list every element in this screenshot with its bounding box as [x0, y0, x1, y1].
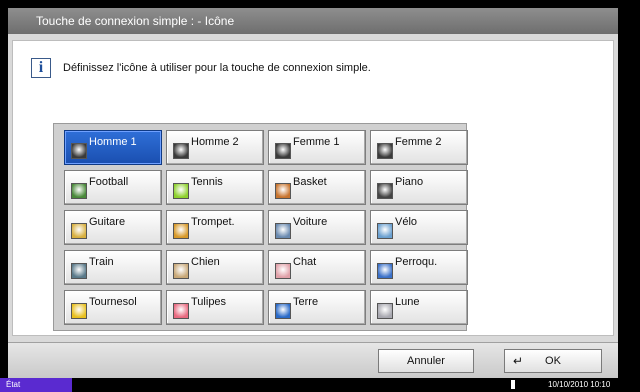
icon-option-label: Perroqu. [395, 256, 438, 268]
ok-button-label: OK [545, 355, 561, 367]
guitar-icon [71, 223, 87, 239]
icon-option-button[interactable]: Femme 1 [268, 130, 366, 165]
status-bar: État 10/10/2010 10:10 [0, 378, 640, 392]
icon-option-label: Tulipes [191, 296, 227, 308]
trumpet-icon [173, 223, 189, 239]
icon-option-button[interactable]: Basket [268, 170, 366, 205]
icon-option-button[interactable]: Tournesol [64, 290, 162, 325]
bicycle-icon [377, 223, 393, 239]
icon-option-label: Lune [395, 296, 420, 308]
icon-option-label: Tournesol [89, 296, 137, 308]
status-button[interactable]: État [0, 378, 72, 392]
title-bar: Touche de connexion simple : - Icône [8, 8, 618, 34]
football-icon [71, 183, 87, 199]
icon-option-label: Trompet. [191, 216, 235, 228]
icon-option-label: Terre [293, 296, 319, 308]
icon-option-button[interactable]: Chien [166, 250, 264, 285]
icon-option-label: Femme 1 [293, 136, 340, 148]
icon-option-label: Train [89, 256, 114, 268]
icon-option-button[interactable]: Voiture [268, 210, 366, 245]
icon-option-button[interactable]: Football [64, 170, 162, 205]
enter-arrow-icon: ↵ [513, 354, 524, 368]
sunflower-icon [71, 303, 87, 319]
date-time: 10/10/2010 10:10 [548, 380, 611, 389]
icon-option-button[interactable]: Terre [268, 290, 366, 325]
icon-option-label: Femme 2 [395, 136, 442, 148]
icon-option-label: Vélo [395, 216, 418, 228]
dialog-panel: Touche de connexion simple : - Icône i D… [8, 8, 618, 378]
icon-option-label: Voiture [293, 216, 328, 228]
icon-option-label: Tennis [191, 176, 223, 188]
icon-option-button[interactable]: Homme 1 [64, 130, 162, 165]
icon-option-label: Football [89, 176, 129, 188]
woman-silhouette-icon [275, 143, 291, 159]
earth-icon [275, 303, 291, 319]
icon-option-button[interactable]: Train [64, 250, 162, 285]
window-title: Touche de connexion simple : - Icône [36, 14, 235, 28]
tulips-icon [173, 303, 189, 319]
instruction-message: i Définissez l'icône à utiliser pour la … [31, 57, 371, 79]
cancel-button[interactable]: Annuler [378, 349, 474, 373]
parrot-icon [377, 263, 393, 279]
icon-option-label: Piano [395, 176, 424, 188]
car-icon [275, 223, 291, 239]
man-silhouette-icon [71, 143, 87, 159]
moon-icon [377, 303, 393, 319]
icon-option-button[interactable]: Homme 2 [166, 130, 264, 165]
tennis-ball-icon [173, 183, 189, 199]
icon-option-button[interactable]: Tulipes [166, 290, 264, 325]
memory-icon [511, 380, 515, 389]
icon-option-button[interactable]: Vélo [370, 210, 468, 245]
icon-option-label: Homme 1 [89, 136, 137, 148]
icon-option-button[interactable]: Tennis [166, 170, 264, 205]
icon-option-label: Guitare [89, 216, 126, 228]
icon-option-label: Chat [293, 256, 317, 268]
piano-icon [377, 183, 393, 199]
icon-grid: Homme 1 Homme 2 Femme 1 Femme 2 Football Tenn… [53, 123, 468, 331]
content-area: i Définissez l'icône à utiliser pour la … [12, 40, 614, 336]
woman-silhouette-icon [377, 143, 393, 159]
cancel-button-label: Annuler [407, 355, 445, 367]
cat-icon [275, 263, 291, 279]
basketball-icon [275, 183, 291, 199]
ok-button[interactable]: ↵ OK [504, 349, 602, 373]
icon-option-button[interactable]: Perroqu. [370, 250, 468, 285]
status-label: État [6, 380, 21, 389]
icon-option-label: Chien [191, 256, 220, 268]
icon-option-label: Homme 2 [191, 136, 239, 148]
icon-option-button[interactable]: Chat [268, 250, 366, 285]
icon-option-button[interactable]: Lune [370, 290, 468, 325]
bottom-action-bar: Annuler ↵ OK [8, 342, 618, 378]
man-silhouette-icon [173, 143, 189, 159]
icon-option-button[interactable]: Femme 2 [370, 130, 468, 165]
icon-option-button[interactable]: Guitare [64, 210, 162, 245]
train-icon [71, 263, 87, 279]
icon-option-button[interactable]: Trompet. [166, 210, 264, 245]
icon-option-button[interactable]: Piano [370, 170, 468, 205]
icon-option-label: Basket [293, 176, 327, 188]
dog-icon [173, 263, 189, 279]
info-icon: i [31, 58, 51, 78]
instruction-text: Définissez l'icône à utiliser pour la to… [63, 62, 371, 74]
